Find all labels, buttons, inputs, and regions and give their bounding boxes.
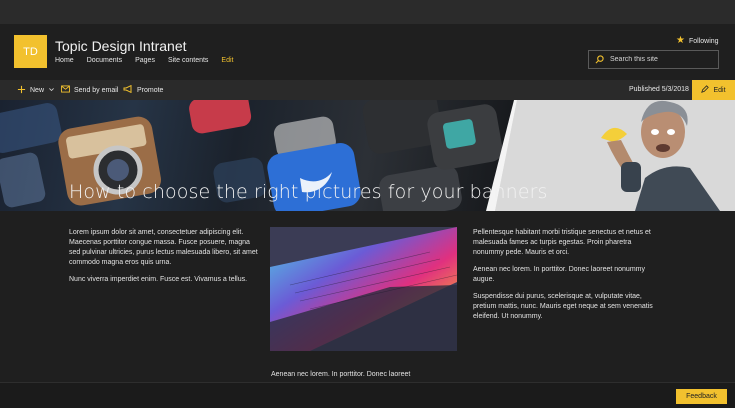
nav-home[interactable]: Home: [55, 57, 74, 64]
promote-button[interactable]: Promote: [123, 80, 163, 100]
nav-edit[interactable]: Edit: [221, 57, 233, 64]
follow-button[interactable]: ★ Following: [676, 36, 719, 46]
page-title: How to choose the right pictures for you…: [69, 181, 548, 203]
site-navigation: Home Documents Pages Site contents Edit: [55, 57, 233, 64]
site-title[interactable]: Topic Design Intranet: [55, 38, 187, 54]
left-paragraph-1: Lorem ipsum dolor sit amet, consectetuer…: [69, 229, 258, 266]
promote-label: Promote: [137, 86, 164, 94]
megaphone-icon: [123, 84, 133, 95]
chevron-down-icon: [48, 86, 55, 95]
search-input[interactable]: [610, 56, 710, 63]
site-header: TD Topic Design Intranet Home Documents …: [0, 24, 735, 80]
edit-label: Edit: [713, 86, 726, 94]
text-column-right: Pellentesque habitant morbi tristique se…: [473, 228, 656, 329]
new-label: New: [30, 86, 45, 94]
plus-icon: [17, 85, 26, 96]
new-button[interactable]: New: [17, 80, 55, 100]
page-content: Lorem ipsum dolor sit amet, consectetuer…: [0, 211, 735, 382]
command-bar: New Send by email Promote Published 5/3/…: [0, 80, 735, 100]
right-paragraph-3: Suspendisse dui purus, scelerisque at, v…: [473, 293, 653, 320]
send-by-email-button[interactable]: Send by email: [61, 80, 118, 100]
mail-icon: [61, 85, 70, 95]
search-box[interactable]: [588, 50, 719, 69]
left-paragraph-2: Nunc viverra imperdiet enim. Fusce est. …: [69, 276, 248, 283]
pencil-icon: [701, 85, 710, 95]
edit-page-button[interactable]: Edit: [692, 80, 735, 100]
feedback-button[interactable]: Feedback: [676, 389, 727, 404]
nav-pages[interactable]: Pages: [135, 57, 155, 64]
suite-bar: [0, 0, 735, 24]
nav-documents[interactable]: Documents: [87, 57, 122, 64]
laptop-keyboard-image: [270, 227, 457, 351]
site-logo[interactable]: TD: [14, 35, 47, 68]
send-by-email-label: Send by email: [74, 86, 119, 94]
search-icon: [595, 51, 604, 69]
star-icon: ★: [676, 35, 685, 46]
published-date: Published 5/3/2018: [629, 86, 689, 93]
following-label: Following: [688, 37, 719, 45]
right-paragraph-2: Aenean nec lorem. In porttitor. Donec la…: [473, 266, 645, 283]
right-paragraph-1: Pellentesque habitant morbi tristique se…: [473, 229, 651, 256]
middle-paragraph: Aenean nec lorem. In porttitor. Donec la…: [271, 371, 411, 378]
nav-site-contents[interactable]: Site contents: [168, 57, 208, 64]
text-column-left: Lorem ipsum dolor sit amet, consectetuer…: [69, 228, 258, 292]
page-footer: Feedback: [0, 382, 735, 408]
